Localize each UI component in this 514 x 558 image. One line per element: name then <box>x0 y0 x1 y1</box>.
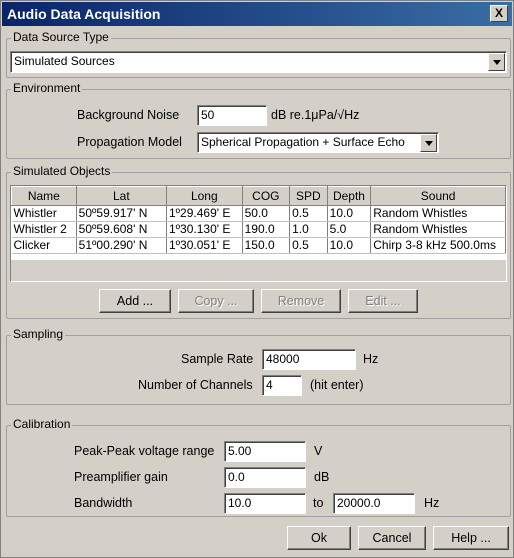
channels-input[interactable]: 4 <box>262 375 302 396</box>
title-bar[interactable]: Audio Data Acquisition X <box>2 2 512 26</box>
sampling-legend: Sampling <box>11 327 66 341</box>
table-cell: 1º30.051' E <box>166 237 243 254</box>
table-row[interactable]: Clicker 51º00.290' N 1º30.051' E 150.0 0… <box>11 237 506 254</box>
simulated-objects-legend: Simulated Objects <box>11 164 113 178</box>
propagation-model-value: Spherical Propagation + Surface Echo <box>201 135 405 149</box>
chevron-down-icon[interactable] <box>488 53 505 71</box>
environment-group: Environment Background Noise 50 dB re.1μ… <box>6 81 511 159</box>
table-cell: 10.0 <box>327 205 372 222</box>
column-header[interactable]: Name <box>11 186 77 206</box>
table-cell: 50.0 <box>242 205 291 222</box>
background-noise-input[interactable]: 50 <box>197 105 267 126</box>
table-cell: Chirp 3-8 kHz 500.0ms <box>370 237 506 254</box>
table-cell: Whistler <box>11 205 77 222</box>
sampling-group: Sampling Sample Rate 48000 Hz Number of … <box>6 327 511 405</box>
help-button[interactable]: Help ... <box>433 526 509 550</box>
cancel-button[interactable]: Cancel <box>358 526 426 550</box>
table-row[interactable]: Whistler 2 50º59.608' N 1º30.130' E 190.… <box>11 221 506 238</box>
chevron-down-icon[interactable] <box>420 134 437 152</box>
column-header[interactable]: Depth <box>326 186 372 206</box>
objects-table: Name Lat Long COG SPD Depth Sound Whistl… <box>11 186 506 254</box>
environment-legend: Environment <box>11 81 83 95</box>
vpp-unit: V <box>314 444 323 458</box>
table-cell: Random Whistles <box>370 221 506 238</box>
window-title: Audio Data Acquisition <box>7 6 161 22</box>
vpp-label: Peak-Peak voltage range <box>74 444 215 458</box>
table-cell: Clicker <box>11 237 77 254</box>
channels-hint: (hit enter) <box>310 378 364 392</box>
add-object-button[interactable]: Add ... <box>99 289 171 313</box>
propagation-model-label: Propagation Model <box>77 135 182 149</box>
column-header[interactable]: COG <box>241 186 291 206</box>
bandwidth-label: Bandwidth <box>74 496 133 510</box>
table-cell: 51º00.290' N <box>76 237 168 254</box>
column-header[interactable]: Lat <box>75 186 168 206</box>
channels-label: Number of Channels <box>138 378 253 392</box>
table-cell: 1º30.130' E <box>166 221 243 238</box>
table-cell: 50º59.917' N <box>76 205 168 222</box>
copy-object-button[interactable]: Copy ... <box>178 289 254 313</box>
data-source-group: Data Source Type Simulated Sources <box>6 30 511 78</box>
table-cell: 150.0 <box>242 237 291 254</box>
bandwidth-high-input[interactable]: 20000.0 <box>333 493 415 514</box>
data-source-value: Simulated Sources <box>14 54 115 68</box>
sample-rate-input[interactable]: 48000 <box>262 349 356 370</box>
table-cell: 1º29.469' E <box>166 205 243 222</box>
table-row[interactable]: Whistler 50º59.917' N 1º29.469' E 50.0 0… <box>11 205 506 222</box>
table-cell: 1.0 <box>289 221 328 238</box>
column-header[interactable]: SPD <box>289 186 328 206</box>
column-header[interactable]: Long <box>166 186 243 206</box>
bandwidth-low-input[interactable]: 10.0 <box>224 493 306 514</box>
bandwidth-unit: Hz <box>424 496 440 510</box>
calibration-group: Calibration Peak-Peak voltage range 5.00… <box>6 417 511 517</box>
table-cell: Whistler 2 <box>11 221 77 238</box>
table-empty-area <box>11 260 506 281</box>
background-noise-label: Background Noise <box>77 108 180 122</box>
objects-table-container[interactable]: Name Lat Long COG SPD Depth Sound Whistl… <box>10 185 507 282</box>
edit-object-button[interactable]: Edit ... <box>348 289 418 313</box>
close-button[interactable]: X <box>490 5 508 22</box>
data-source-legend: Data Source Type <box>11 30 111 44</box>
simulated-objects-group: Simulated Objects Name Lat Long COG SPD … <box>6 164 511 319</box>
table-cell: 50º59.608' N <box>76 221 168 238</box>
vpp-input[interactable]: 5.00 <box>224 441 306 462</box>
calibration-legend: Calibration <box>11 417 73 431</box>
bandwidth-to-label: to <box>313 496 324 510</box>
table-cell: 0.5 <box>289 237 328 254</box>
dialog-window: Audio Data Acquisition X Data Source Typ… <box>0 0 514 558</box>
table-cell: 5.0 <box>327 221 372 238</box>
preamp-gain-unit: dB <box>314 470 330 484</box>
preamp-gain-input[interactable]: 0.0 <box>224 467 306 488</box>
sample-rate-unit: Hz <box>363 352 379 366</box>
background-noise-unit: dB re.1μPa/√Hz <box>271 108 360 122</box>
remove-object-button[interactable]: Remove <box>261 289 341 313</box>
sample-rate-label: Sample Rate <box>181 352 254 366</box>
objects-table-header: Name Lat Long COG SPD Depth Sound <box>11 186 506 206</box>
preamp-gain-label: Preamplifier gain <box>74 470 168 484</box>
propagation-model-select[interactable]: Spherical Propagation + Surface Echo <box>197 132 439 153</box>
table-cell: 0.5 <box>289 205 328 222</box>
table-cell: Random Whistles <box>370 205 506 222</box>
data-source-select[interactable]: Simulated Sources <box>10 51 507 73</box>
table-cell: 190.0 <box>242 221 291 238</box>
column-header[interactable]: Sound <box>370 186 506 206</box>
ok-button[interactable]: Ok <box>287 526 351 550</box>
table-cell: 10.0 <box>327 237 372 254</box>
